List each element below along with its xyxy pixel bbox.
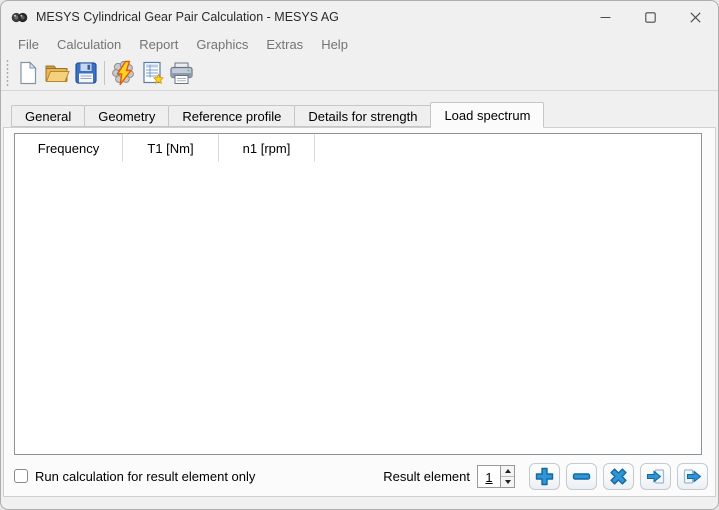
app-window: MESYS Cylindrical Gear Pair Calculation … [0, 0, 719, 510]
open-file-button[interactable] [42, 59, 71, 88]
report-icon [141, 61, 165, 85]
report-button[interactable] [138, 59, 167, 88]
toolbar-separator [104, 61, 105, 85]
run-calculation-option[interactable]: Run calculation for result element only [14, 469, 255, 484]
toolbar [1, 56, 718, 91]
minimize-button[interactable] [583, 1, 628, 33]
cross-delete-icon [609, 467, 628, 486]
minimize-icon [600, 12, 611, 23]
run-calculation-checkbox[interactable] [14, 469, 28, 483]
result-element-controls: Result element 1 [383, 463, 708, 490]
title-bar[interactable]: MESYS Cylindrical Gear Pair Calculation … [1, 1, 718, 33]
tab-geometry[interactable]: Geometry [84, 105, 169, 127]
tab-bar: General Geometry Reference profile Detai… [1, 101, 718, 127]
remove-load-case-button[interactable] [566, 463, 597, 490]
arrow-into-box-icon [646, 467, 665, 486]
export-load-spectrum-button[interactable] [677, 463, 708, 490]
result-element-label: Result element [383, 469, 470, 484]
load-spectrum-panel: Frequency T1 [Nm] n1 [rpm] Run calculati… [3, 127, 716, 497]
arrow-out-of-box-icon [683, 467, 702, 486]
maximize-button[interactable] [628, 1, 673, 33]
menu-extras[interactable]: Extras [257, 35, 312, 54]
calculate-lightning-icon [111, 60, 137, 86]
new-file-button[interactable] [13, 59, 42, 88]
footer-bar: Run calculation for result element only … [14, 462, 708, 490]
result-element-value[interactable]: 1 [478, 466, 500, 487]
print-button[interactable] [167, 59, 196, 88]
save-file-button[interactable] [71, 59, 100, 88]
spinner-down-icon [505, 480, 511, 484]
close-icon [690, 12, 701, 23]
menu-report[interactable]: Report [130, 35, 187, 54]
menu-help[interactable]: Help [312, 35, 357, 54]
minus-icon [572, 467, 591, 486]
calculate-button[interactable] [109, 59, 138, 88]
window-controls [583, 1, 718, 33]
result-element-spinner[interactable]: 1 [477, 465, 515, 488]
spinner-down-button[interactable] [501, 477, 514, 487]
plus-icon [535, 467, 554, 486]
toolbar-grip[interactable] [5, 60, 10, 86]
import-load-spectrum-button[interactable] [640, 463, 671, 490]
tab-details-for-strength[interactable]: Details for strength [294, 105, 431, 127]
spinner-up-icon [505, 469, 511, 473]
menu-graphics[interactable]: Graphics [187, 35, 257, 54]
tab-load-spectrum[interactable]: Load spectrum [430, 102, 544, 128]
menu-file[interactable]: File [9, 35, 48, 54]
close-button[interactable] [673, 1, 718, 33]
table-header-row: Frequency T1 [Nm] n1 [rpm] [15, 134, 701, 162]
spinner-buttons [500, 466, 514, 487]
open-file-icon [44, 62, 70, 84]
maximize-icon [645, 12, 656, 23]
clear-load-cases-button[interactable] [603, 463, 634, 490]
add-load-case-button[interactable] [529, 463, 560, 490]
column-header-n1[interactable]: n1 [rpm] [219, 134, 315, 162]
column-header-t1[interactable]: T1 [Nm] [123, 134, 219, 162]
app-gear-pair-icon [11, 10, 28, 25]
tab-reference-profile[interactable]: Reference profile [168, 105, 295, 127]
load-spectrum-table[interactable]: Frequency T1 [Nm] n1 [rpm] [14, 133, 702, 455]
spinner-up-button[interactable] [501, 466, 514, 477]
print-icon [169, 62, 194, 85]
menu-bar: File Calculation Report Graphics Extras … [1, 33, 718, 56]
new-file-icon [17, 61, 39, 85]
column-header-frequency[interactable]: Frequency [15, 134, 123, 162]
save-file-icon [75, 62, 97, 84]
menu-calculation[interactable]: Calculation [48, 35, 130, 54]
window-title: MESYS Cylindrical Gear Pair Calculation … [36, 10, 583, 24]
tab-general[interactable]: General [11, 105, 85, 127]
run-calculation-label: Run calculation for result element only [35, 469, 255, 484]
